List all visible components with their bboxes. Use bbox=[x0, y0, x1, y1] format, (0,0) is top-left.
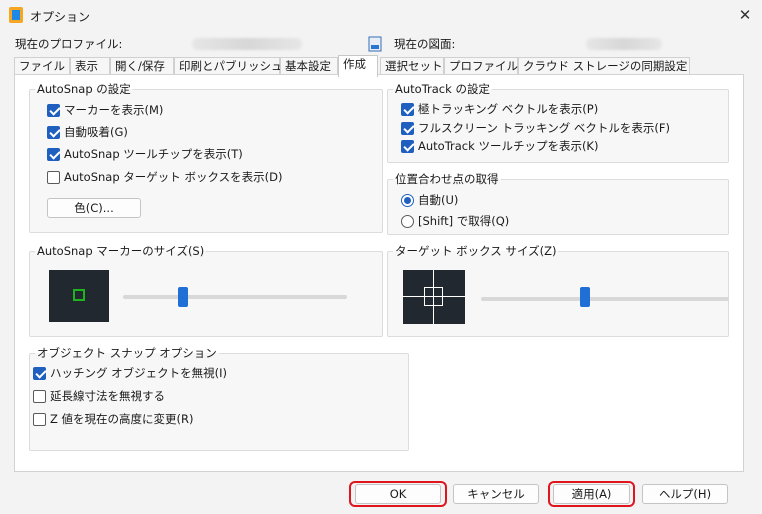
checkbox-label: AutoTrack ツールチップを表示(K) bbox=[418, 139, 599, 153]
checkbox-icon bbox=[33, 389, 46, 403]
checkbox-label: 自動吸着(G) bbox=[64, 125, 128, 139]
checkbox-icon bbox=[47, 125, 60, 139]
radio-icon bbox=[401, 214, 414, 228]
tab-label: 選択セット bbox=[385, 59, 443, 73]
help-button[interactable]: ヘルプ(H) bbox=[642, 484, 728, 504]
checkbox-icon bbox=[47, 103, 60, 117]
current-profile-label: 現在のプロファイル: bbox=[15, 37, 123, 51]
tab-label: 基本設定 bbox=[285, 59, 331, 73]
current-drawing-label: 現在の図面: bbox=[394, 37, 456, 51]
ok-button[interactable]: OK bbox=[355, 484, 441, 504]
aperture-size-title: ターゲット ボックス サイズ(Z) bbox=[395, 244, 557, 258]
tab-label: 開く/保存 bbox=[115, 59, 165, 73]
profile-row: 現在のプロファイル: 現在の図面: bbox=[0, 34, 762, 54]
polar-vector-checkbox[interactable]: 極トラッキング ベクトルを表示(P) bbox=[401, 101, 598, 117]
tab-label: ファイル bbox=[19, 59, 65, 73]
current-drawing-value-redacted bbox=[586, 38, 662, 50]
options-dialog: オプション ✕ 現在のプロファイル: 現在の図面: ファイル 表示 開く/保存 … bbox=[0, 0, 762, 514]
checkbox-label: Z 値を現在の高度に変更(R) bbox=[50, 412, 194, 426]
checkbox-label: ハッチング オブジェクトを無視(I) bbox=[50, 366, 228, 380]
tab-label: クラウド ストレージの同期設定 bbox=[523, 59, 688, 73]
marker-checkbox[interactable]: マーカーを表示(M) bbox=[47, 102, 163, 118]
current-profile-value-redacted bbox=[192, 38, 302, 50]
acquire-automatic-radio[interactable]: 自動(U) bbox=[401, 192, 458, 208]
tab-label: 作成 bbox=[343, 57, 366, 71]
checkbox-icon bbox=[401, 121, 414, 135]
aperture-box-checkbox[interactable]: AutoSnap ターゲット ボックスを表示(D) bbox=[47, 169, 282, 185]
magnet-checkbox[interactable]: 自動吸着(G) bbox=[47, 124, 128, 140]
alignment-point-title: 位置合わせ点の取得 bbox=[395, 172, 499, 186]
window-title: オプション bbox=[30, 10, 91, 24]
object-snap-options-title: オブジェクト スナップ オプション bbox=[37, 346, 217, 360]
replace-z-checkbox[interactable]: Z 値を現在の高度に変更(R) bbox=[33, 411, 194, 427]
checkbox-label: 延長線寸法を無視する bbox=[50, 389, 165, 403]
autosnap-settings-title: AutoSnap の設定 bbox=[37, 82, 131, 96]
checkbox-icon bbox=[401, 102, 414, 116]
radio-icon bbox=[401, 193, 414, 207]
marker-preview bbox=[49, 270, 109, 322]
tab-label: 印刷とパブリッシュ bbox=[179, 59, 283, 73]
title-bar: オプション ✕ bbox=[0, 0, 762, 30]
tab-label: 表示 bbox=[75, 59, 98, 73]
color-button[interactable]: 色(C)... bbox=[47, 198, 141, 218]
drawing-icon bbox=[368, 36, 382, 52]
checkbox-icon bbox=[47, 147, 60, 161]
checkbox-label: AutoSnap ターゲット ボックスを表示(D) bbox=[64, 170, 283, 184]
acquire-shift-radio[interactable]: [Shift] で取得(Q) bbox=[401, 213, 509, 229]
aperture-size-slider-track[interactable] bbox=[481, 297, 729, 301]
tab-label: プロファイル bbox=[449, 59, 518, 73]
checkbox-label: 極トラッキング ベクトルを表示(P) bbox=[418, 102, 599, 116]
checkbox-label: マーカーを表示(M) bbox=[64, 103, 164, 117]
marker-square-icon bbox=[73, 289, 85, 301]
tab-drafting[interactable]: 作成 bbox=[338, 55, 378, 77]
marker-size-title: AutoSnap マーカーのサイズ(S) bbox=[37, 244, 205, 258]
checkbox-icon bbox=[33, 366, 46, 380]
ignore-hatch-checkbox[interactable]: ハッチング オブジェクトを無視(I) bbox=[33, 365, 227, 381]
apply-button[interactable]: 適用(A) bbox=[553, 484, 630, 504]
tab-panel-drafting: AutoSnap の設定 マーカーを表示(M) 自動吸着(G) AutoSnap… bbox=[14, 74, 744, 472]
aperture-size-slider-thumb[interactable] bbox=[580, 287, 591, 307]
marker-size-slider-thumb[interactable] bbox=[178, 287, 189, 307]
ignore-dimension-extension-checkbox[interactable]: 延長線寸法を無視する bbox=[33, 388, 165, 404]
fullscreen-vector-checkbox[interactable]: フルスクリーン トラッキング ベクトルを表示(F) bbox=[401, 120, 670, 136]
checkbox-label: AutoSnap ツールチップを表示(T) bbox=[64, 147, 243, 161]
app-icon bbox=[9, 7, 23, 23]
checkbox-label: フルスクリーン トラッキング ベクトルを表示(F) bbox=[418, 121, 670, 135]
radio-label: 自動(U) bbox=[418, 193, 459, 207]
aperture-preview bbox=[403, 270, 465, 324]
autotrack-settings-title: AutoTrack の設定 bbox=[395, 82, 490, 96]
close-icon: ✕ bbox=[738, 6, 752, 24]
checkbox-icon bbox=[47, 170, 60, 184]
checkbox-icon bbox=[33, 412, 46, 426]
checkbox-icon bbox=[401, 139, 414, 153]
close-button[interactable]: ✕ bbox=[734, 4, 756, 26]
radio-label: [Shift] で取得(Q) bbox=[418, 214, 510, 228]
aperture-box-icon bbox=[424, 287, 443, 306]
autosnap-tooltip-checkbox[interactable]: AutoSnap ツールチップを表示(T) bbox=[47, 146, 243, 162]
marker-size-slider-track[interactable] bbox=[123, 295, 347, 299]
autotrack-tooltip-checkbox[interactable]: AutoTrack ツールチップを表示(K) bbox=[401, 138, 598, 154]
cancel-button[interactable]: キャンセル bbox=[453, 484, 539, 504]
